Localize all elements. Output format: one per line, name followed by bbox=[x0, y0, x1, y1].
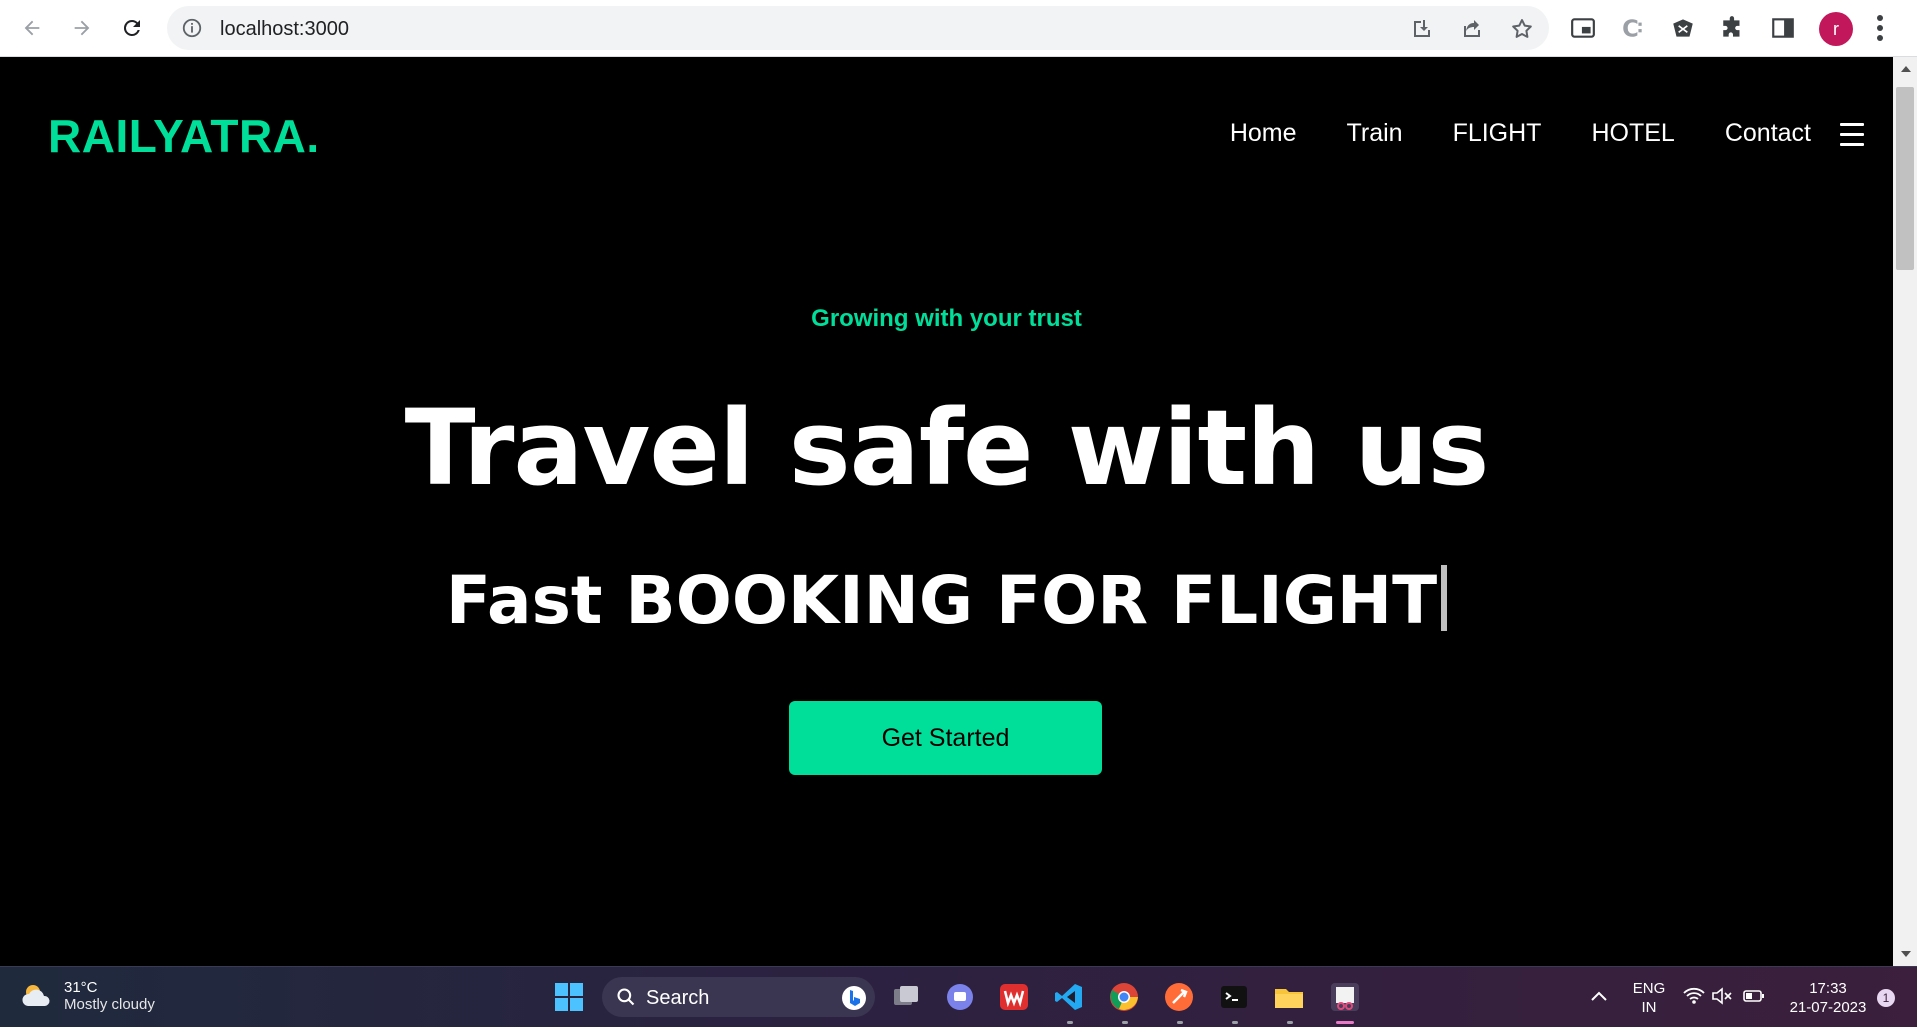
arrow-right-icon bbox=[74, 20, 90, 36]
teams-chat-icon[interactable] bbox=[944, 981, 976, 1013]
wifi-icon[interactable] bbox=[1683, 987, 1705, 1005]
picture-in-picture-icon[interactable] bbox=[1570, 15, 1596, 41]
windows-taskbar: 31°C Mostly cloudy Search ENG IN 17:33 2… bbox=[0, 966, 1917, 1027]
main-nav: Home Train FLIGHT HOTEL Contact bbox=[1230, 119, 1811, 148]
weather-description: Mostly cloudy bbox=[64, 996, 155, 1013]
file-explorer-icon[interactable] bbox=[1273, 981, 1305, 1013]
page-scrollbar[interactable] bbox=[1893, 57, 1917, 966]
install-app-icon[interactable] bbox=[1410, 17, 1434, 41]
browser-menu-icon[interactable] bbox=[1876, 14, 1884, 42]
site-info-icon[interactable] bbox=[181, 17, 203, 39]
search-label: Search bbox=[646, 987, 710, 1009]
arrow-left-icon bbox=[24, 20, 40, 36]
nav-home[interactable]: Home bbox=[1230, 119, 1297, 148]
hero-subtitle: Fast BOOKING FOR FLIGHT bbox=[0, 562, 1893, 639]
extension-game-icon[interactable] bbox=[1670, 15, 1696, 41]
scroll-up-arrow-icon[interactable] bbox=[1901, 66, 1911, 72]
volume-muted-icon[interactable] bbox=[1711, 987, 1733, 1005]
typed-text: Fast BOOKING FOR FLIGHT bbox=[445, 562, 1438, 639]
cloudy-weather-icon bbox=[22, 985, 50, 1006]
bing-icon[interactable] bbox=[841, 985, 867, 1011]
battery-icon[interactable] bbox=[1743, 989, 1765, 1003]
browser-toolbar: localhost:3000 C r bbox=[0, 0, 1917, 57]
extensions-puzzle-icon[interactable] bbox=[1720, 15, 1746, 41]
nav-hotel[interactable]: HOTEL bbox=[1591, 119, 1674, 148]
notification-badge[interactable]: 1 bbox=[1877, 989, 1895, 1007]
language-line-2: IN bbox=[1641, 999, 1657, 1016]
hamburger-menu-icon[interactable] bbox=[1840, 123, 1864, 153]
reload-button[interactable] bbox=[114, 10, 150, 46]
chrome-icon[interactable] bbox=[1108, 981, 1140, 1013]
webpage: RAILYATRA. Home Train FLIGHT HOTEL Conta… bbox=[0, 57, 1893, 966]
chevron-up-icon[interactable] bbox=[1590, 989, 1608, 1003]
get-started-button[interactable]: Get Started bbox=[789, 701, 1102, 775]
wps-office-icon[interactable] bbox=[998, 981, 1030, 1013]
scroll-down-arrow-icon[interactable] bbox=[1901, 951, 1911, 957]
language-line-1: ENG bbox=[1632, 980, 1666, 997]
snipping-active-indicator bbox=[1336, 1021, 1354, 1024]
svg-text:C: C bbox=[1622, 17, 1639, 41]
url-text: localhost:3000 bbox=[220, 18, 349, 40]
clock-date: 21-07-2023 bbox=[1789, 999, 1867, 1016]
scrollbar-thumb[interactable] bbox=[1896, 87, 1914, 270]
forward-button[interactable] bbox=[64, 10, 100, 46]
task-view-icon[interactable] bbox=[890, 981, 922, 1013]
hero-title: Travel safe with us bbox=[404, 387, 1490, 509]
explorer-running-indicator bbox=[1287, 1021, 1293, 1024]
address-bar[interactable]: localhost:3000 bbox=[167, 6, 1549, 50]
terminal-icon[interactable] bbox=[1218, 981, 1250, 1013]
site-logo[interactable]: RAILYATRA. bbox=[48, 109, 320, 163]
nav-flight[interactable]: FLIGHT bbox=[1453, 119, 1542, 148]
weather-widget[interactable]: 31°C Mostly cloudy bbox=[20, 979, 155, 1013]
profile-avatar[interactable]: r bbox=[1819, 12, 1853, 46]
share-icon[interactable] bbox=[1460, 17, 1484, 41]
language-indicator[interactable]: ENG IN bbox=[1626, 979, 1672, 1017]
weather-temperature: 31°C bbox=[64, 979, 98, 996]
extension-c-icon[interactable]: C bbox=[1620, 15, 1646, 41]
bookmark-star-icon[interactable] bbox=[1510, 17, 1534, 41]
nav-train[interactable]: Train bbox=[1347, 119, 1403, 148]
vscode-icon[interactable] bbox=[1053, 981, 1085, 1013]
typing-cursor bbox=[1441, 565, 1448, 631]
clock[interactable]: 17:33 21-07-2023 bbox=[1780, 979, 1876, 1017]
clock-time: 17:33 bbox=[1809, 980, 1847, 997]
side-panel-icon[interactable] bbox=[1770, 15, 1796, 41]
taskbar-search[interactable]: Search bbox=[602, 977, 875, 1017]
vscode-running-indicator bbox=[1067, 1021, 1073, 1024]
snipping-tool-icon[interactable] bbox=[1329, 981, 1361, 1013]
postman-running-indicator bbox=[1177, 1021, 1183, 1024]
nav-contact[interactable]: Contact bbox=[1725, 119, 1811, 148]
reload-icon bbox=[123, 19, 140, 36]
start-icon[interactable] bbox=[553, 981, 585, 1013]
search-icon bbox=[617, 988, 635, 1006]
postman-icon[interactable] bbox=[1163, 981, 1195, 1013]
hero-tagline: Growing with your trust bbox=[811, 305, 1082, 332]
back-button[interactable] bbox=[14, 10, 50, 46]
terminal-running-indicator bbox=[1232, 1021, 1238, 1024]
chrome-running-indicator bbox=[1122, 1021, 1128, 1024]
